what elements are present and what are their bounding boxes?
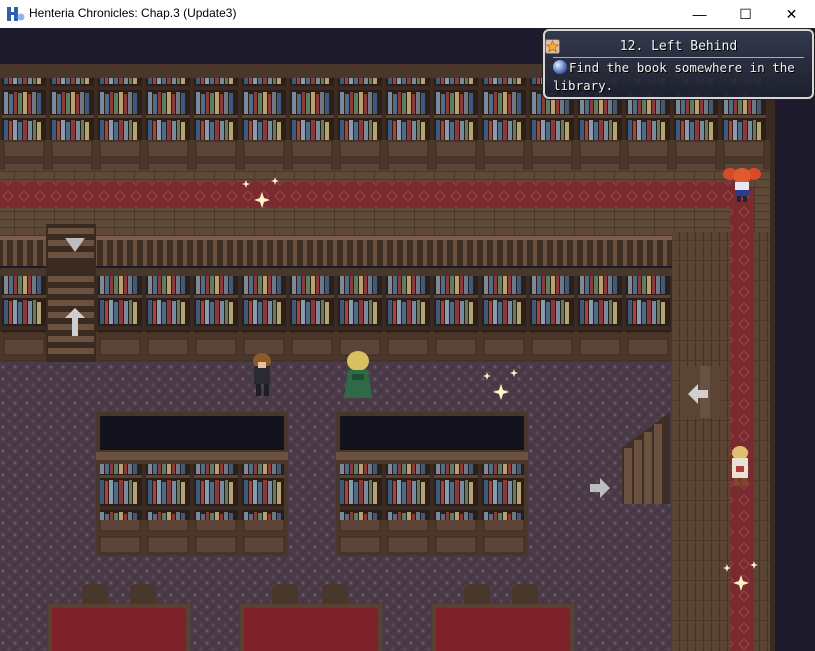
right-walkway [672, 232, 775, 651]
game-viewport[interactable]: 12. Left Behind Find the book somewhere … [0, 28, 815, 651]
minimize-button[interactable]: — [677, 0, 722, 28]
quest-title-row: 12. Left Behind [545, 39, 812, 54]
quest-title: 12. Left Behind [619, 39, 738, 54]
library-map [0, 28, 815, 651]
close-button[interactable]: ✕ [769, 0, 814, 28]
quest-window: 12. Left Behind Find the book somewhere … [543, 29, 814, 99]
star-icon [545, 39, 560, 54]
balcony-railing [0, 238, 672, 266]
bookcase-left [96, 412, 288, 556]
orb-icon [553, 60, 567, 74]
maximize-button[interactable]: ☐ [723, 0, 768, 28]
window-title: Henteria Chronicles: Chap.3 (Update3) [29, 6, 237, 20]
app-icon [7, 7, 25, 21]
quest-description-row: Find the book somewhere in the library. [553, 59, 808, 95]
middle-bookshelves [0, 276, 672, 334]
quest-description: Find the book somewhere in the library. [553, 60, 795, 93]
window-title-bar[interactable]: Henteria Chronicles: Chap.3 (Update3) — … [0, 0, 815, 28]
upper-red-runner [0, 182, 735, 208]
character-blonde-green-dress [344, 351, 372, 398]
quest-divider [553, 57, 804, 58]
bookcase-right [336, 412, 528, 556]
